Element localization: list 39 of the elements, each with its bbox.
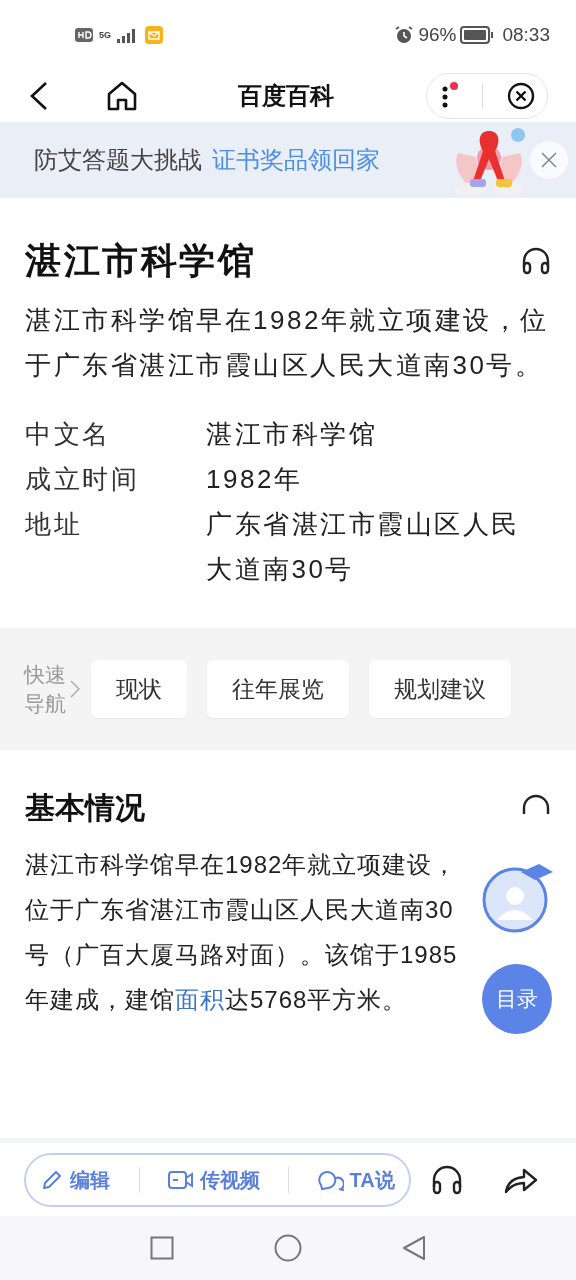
toc-button[interactable]: 目录 <box>482 964 552 1034</box>
close-icon[interactable] <box>507 82 536 110</box>
entry-title: 湛江市科学馆 <box>25 239 256 283</box>
quick-nav-item[interactable]: 规划建议 <box>369 660 511 718</box>
action-button[interactable]: 传视频 <box>167 1164 260 1195</box>
section-paragraph: 湛江市科学馆早在1982年就立项建设，位于广东省湛江市霞山区人民大道南30号（广百大厦马路对面）。该馆于1985年建成，建馆面积达5768平方米。 <box>25 850 459 1015</box>
recents-icon[interactable] <box>150 1236 174 1260</box>
entry-summary: 湛江市科学馆早在1982年就立项建设，位于广东省湛江市霞山区人民大道南30号。 <box>25 304 550 382</box>
info-label: 成立时间 <box>25 463 140 496</box>
network-label: 5G <box>99 30 111 40</box>
info-label: 地址 <box>25 508 83 541</box>
battery-percent: 96% <box>418 22 457 47</box>
action-button[interactable]: TA说 <box>317 1164 395 1195</box>
info-value: 湛江市科学馆 <box>206 418 378 451</box>
quick-nav-item[interactable]: 往年展览 <box>207 660 349 718</box>
home-icon[interactable] <box>106 81 138 111</box>
hd-icon <box>75 28 93 42</box>
close-icon <box>541 152 557 168</box>
home-circle-icon[interactable] <box>274 1234 302 1262</box>
banner-link[interactable]: 证书奖品领回家 <box>212 142 380 178</box>
info-value: 广东省湛江市霞山区人民大道南30号 <box>206 508 521 586</box>
area-link[interactable]: 面积 <box>175 986 225 1013</box>
back-triangle-icon[interactable] <box>402 1235 426 1261</box>
info-label: 中文名 <box>25 418 112 451</box>
quick-nav-item[interactable]: 现状 <box>91 660 187 718</box>
chevron-right-icon <box>70 680 80 698</box>
alarm-icon <box>394 25 415 45</box>
battery-icon <box>460 26 495 44</box>
mail-icon <box>145 26 163 44</box>
info-value: 1982年 <box>206 463 304 496</box>
chat-bubbles-icon <box>317 1168 344 1191</box>
page-title: 百度百科 <box>238 81 334 111</box>
quick-nav-label: 快速导航 <box>24 662 67 717</box>
video-camera-icon <box>167 1169 194 1190</box>
banner-text: 防艾答题大挑战 <box>34 145 202 175</box>
action-button[interactable]: 编辑 <box>40 1164 111 1195</box>
section-title: 基本情况 <box>25 790 145 826</box>
clock-time: 08:33 <box>502 22 550 47</box>
promo-banner[interactable]: 防艾答题大挑战 证书奖品领回家 <box>0 122 576 198</box>
